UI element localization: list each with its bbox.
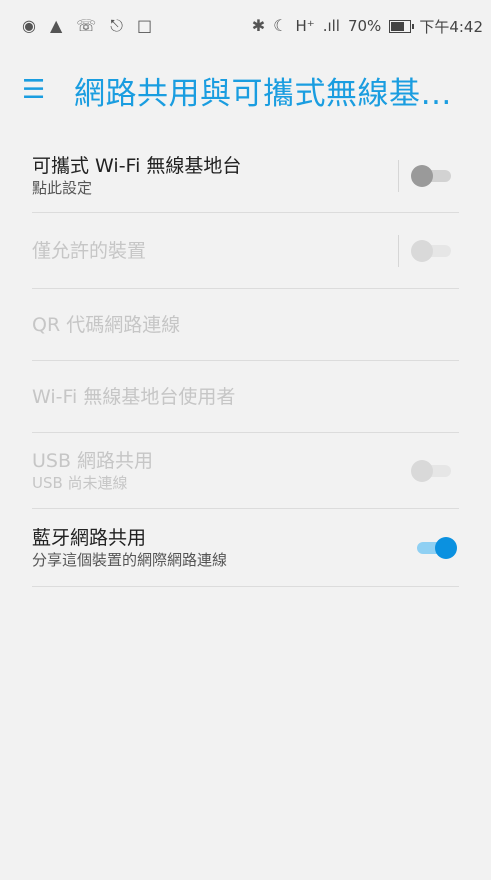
toggle-thumb [435, 536, 457, 559]
setting-title: 僅允許的裝置 [32, 239, 147, 262]
portable-hotspot-toggle[interactable] [411, 164, 457, 188]
paint-roller-icon: ⎋ [110, 16, 123, 35]
setting-text: USB 網路共用 USB 尚未連線 [32, 449, 411, 493]
app-bar: ☰ 網路共用與可攜式無線基地台 [0, 52, 491, 128]
setting-subtitle: USB 尚未連線 [32, 473, 128, 492]
settings-list: 可攜式 Wi-Fi 無線基地台 點此設定 僅允許的裝置 QR 代碼網路連線 Wi… [0, 140, 491, 587]
wifi-hotspot-icon: ◉ [22, 16, 36, 35]
battery-percent: 70% [347, 17, 382, 35]
setting-portable-hotspot[interactable]: 可攜式 Wi-Fi 無線基地台 點此設定 [32, 140, 459, 213]
allowed-devices-toggle[interactable] [411, 239, 457, 263]
setting-title: USB 網路共用 [32, 449, 154, 472]
notification-icons: ◉ ▲ ☏ ⎋ □ [0, 18, 152, 34]
setting-title: Wi-Fi 無線基地台使用者 [32, 385, 236, 408]
setting-title: 可攜式 Wi-Fi 無線基地台 [32, 155, 242, 177]
network-type: H⁺ [295, 17, 315, 35]
setting-qr-code[interactable]: QR 代碼網路連線 [32, 289, 459, 361]
toggle-thumb [411, 459, 433, 482]
setting-title: 藍牙網路共用 [32, 526, 147, 549]
setting-text: 藍牙網路共用 分享這個裝置的網際網路連線 [32, 526, 411, 570]
setting-bluetooth-tethering[interactable]: 藍牙網路共用 分享這個裝置的網際網路連線 [32, 509, 459, 587]
clock: 下午4:42 [419, 17, 483, 36]
setting-text: QR 代碼網路連線 [32, 313, 459, 337]
setting-allowed-devices[interactable]: 僅允許的裝置 [32, 213, 459, 289]
setting-text: 僅允許的裝置 [32, 239, 398, 263]
setting-title: QR 代碼網路連線 [32, 313, 181, 336]
image-icon: ▲ [49, 16, 63, 35]
vertical-divider [398, 234, 399, 267]
toggle-thumb [411, 239, 433, 262]
signal-icon: .ıll [322, 17, 340, 35]
setting-hotspot-users[interactable]: Wi-Fi 無線基地台使用者 [32, 361, 459, 433]
moon-alarm-icon: ☾ [273, 16, 288, 35]
setting-text: 可攜式 Wi-Fi 無線基地台 點此設定 [32, 154, 398, 198]
bluetooth-icon: ✱ [251, 16, 266, 35]
call-icon: ☏ [76, 16, 97, 35]
status-bar: ◉ ▲ ☏ ⎋ □ ✱ ☾ H⁺ .ıll 70% 下午4:42 [0, 0, 491, 52]
usb-tethering-toggle[interactable] [411, 459, 457, 483]
battery-icon [389, 19, 415, 33]
setting-usb-tethering[interactable]: USB 網路共用 USB 尚未連線 [32, 433, 459, 509]
setting-subtitle: 點此設定 [32, 179, 93, 197]
sd-card-icon: □ [136, 16, 153, 35]
setting-subtitle: 分享這個裝置的網際網路連線 [32, 550, 228, 569]
page-title: 網路共用與可攜式無線基地台 [74, 75, 474, 112]
bluetooth-tethering-toggle[interactable] [411, 536, 457, 560]
toggle-thumb [411, 165, 433, 187]
vertical-divider [398, 160, 399, 192]
menu-icon[interactable]: ☰ [22, 75, 74, 105]
setting-text: Wi-Fi 無線基地台使用者 [32, 385, 459, 409]
system-icons: ✱ ☾ H⁺ .ıll 70% 下午4:42 [252, 16, 491, 37]
